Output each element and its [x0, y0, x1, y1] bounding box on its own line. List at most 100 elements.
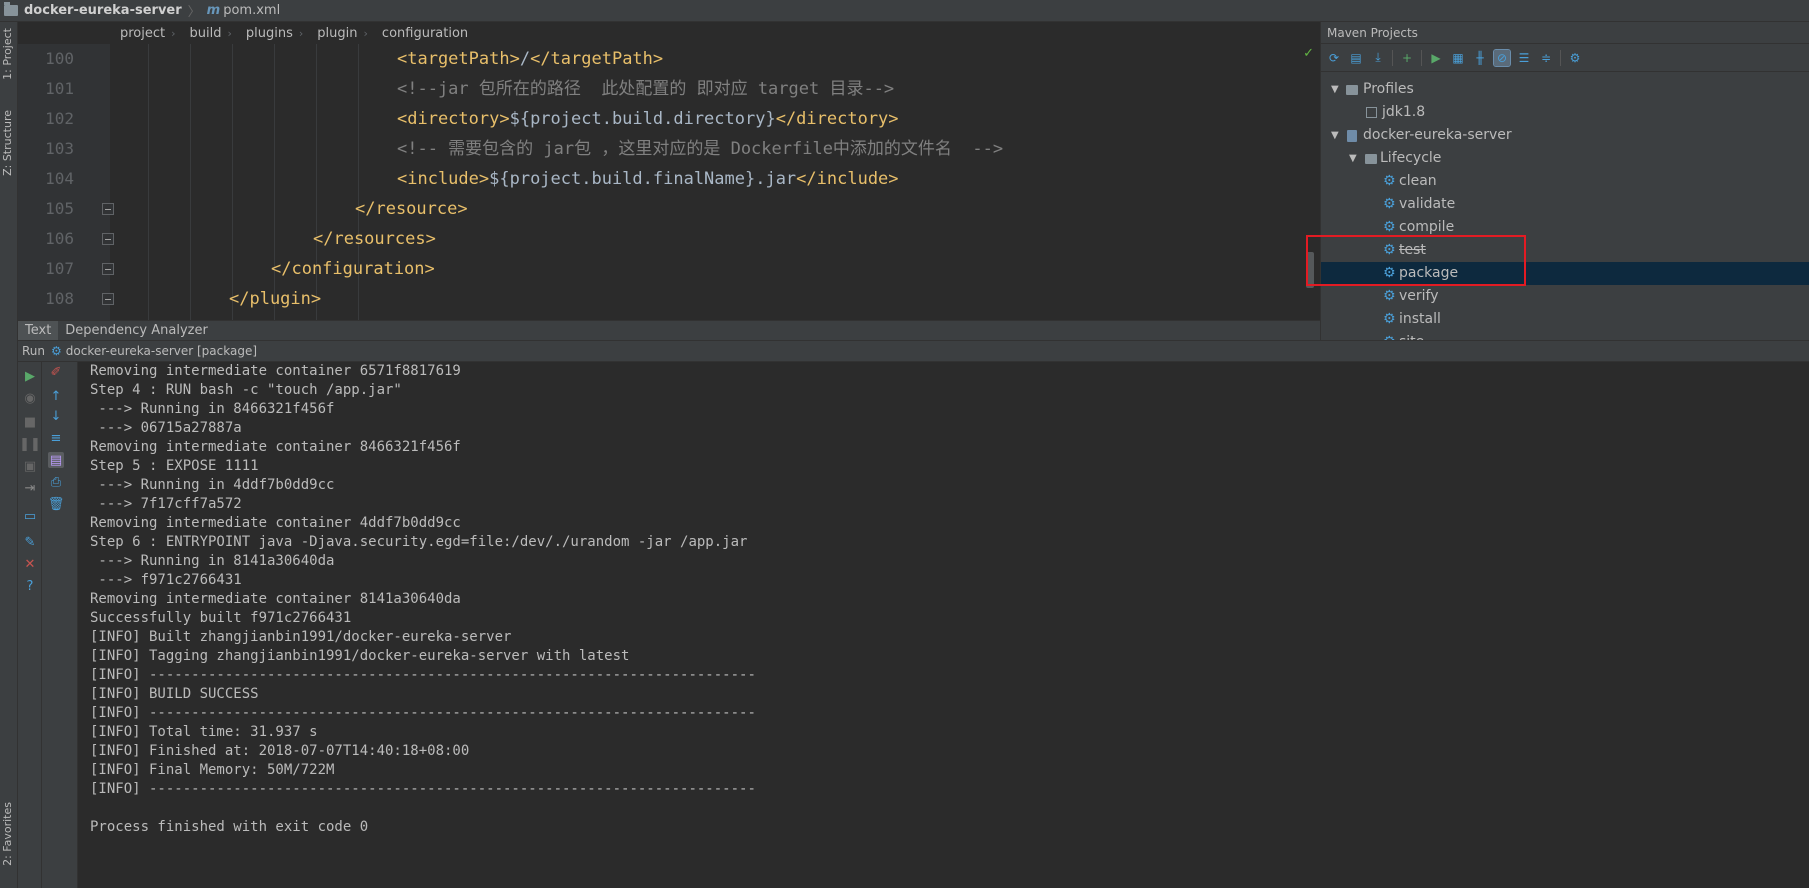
xml-tag: </directory>	[775, 109, 899, 129]
stop-icon[interactable]: ■	[22, 414, 38, 430]
tree-node-lifecycle[interactable]: ▼ Lifecycle	[1321, 147, 1809, 170]
maven-file-icon: m	[206, 3, 221, 18]
fold-marker-icon[interactable]	[102, 233, 114, 245]
pause-icon[interactable]: ❚❚	[19, 436, 41, 452]
debug-icon[interactable]: ◉	[22, 390, 38, 406]
pin-icon[interactable]: ✎	[22, 534, 38, 550]
code-line[interactable]: 102 <directory>${project.build.directory}…	[18, 104, 1320, 134]
lifecycle-phase-install[interactable]: ⚙ install	[1321, 308, 1809, 331]
expand-arrow-icon[interactable]: ▼	[1331, 78, 1339, 101]
skip-tests-icon[interactable]: ⊘	[1493, 48, 1511, 67]
settings-icon[interactable]: ⚙	[1567, 50, 1583, 66]
code-editor[interactable]: project › build › plugins › plugin › configu…	[18, 22, 1320, 340]
fold-marker-icon[interactable]	[102, 293, 114, 305]
run-icon[interactable]: ▶	[1428, 50, 1444, 66]
down-arrow-icon[interactable]: ↓	[48, 408, 64, 424]
fold-marker-icon[interactable]	[102, 263, 114, 275]
xml-tag: </resources>	[313, 229, 436, 249]
clear-all-icon[interactable]: ✐	[48, 364, 64, 380]
tree-node-project[interactable]: ▼ docker-eureka-server	[1321, 124, 1809, 147]
toolbar-separator	[1421, 49, 1422, 66]
tree-node-profiles[interactable]: ▼ Profiles	[1321, 78, 1809, 101]
add-icon[interactable]: +	[1399, 50, 1415, 66]
project-tool-tab[interactable]: 1: Project	[1, 28, 14, 80]
expand-arrow-icon[interactable]: ▼	[1331, 124, 1339, 147]
close-icon[interactable]: ✕	[22, 556, 38, 572]
gear-icon: ⚙	[1383, 196, 1396, 212]
tree-node-label: docker-eureka-server	[1363, 127, 1512, 143]
folder-icon	[4, 2, 18, 16]
code-line[interactable]: 103 <!-- 需要包含的 jar包 ，这里对应的是 Dockerfile中添加…	[18, 134, 1320, 164]
code-line[interactable]: 106 </resources>	[18, 224, 1320, 254]
soft-wrap-icon[interactable]: ≡	[48, 430, 64, 446]
line-number: 104	[45, 169, 74, 188]
project-name[interactable]: docker-eureka-server	[24, 3, 182, 18]
rerun-icon[interactable]: ▶	[22, 368, 38, 384]
breadcrumb-item[interactable]: plugin	[317, 26, 357, 41]
breadcrumb-item[interactable]: project	[120, 26, 165, 41]
path-separator: 〉	[187, 5, 201, 20]
tree-node-profile[interactable]: jdk1.8	[1321, 101, 1809, 124]
tab-text[interactable]: Text	[18, 321, 59, 340]
code-text: </resources>	[313, 224, 436, 254]
structure-tool-tab[interactable]: Z: Structure	[1, 110, 14, 176]
generate-sources-icon[interactable]: ▤	[1348, 50, 1364, 66]
console-line: [INFO] Finished at: 2018-07-07T14:40:18+…	[90, 743, 470, 759]
xml-text: ${project.build.finalName}.jar	[489, 169, 797, 189]
run-config-name[interactable]: docker-eureka-server [package]	[66, 344, 257, 358]
line-number: 107	[45, 259, 74, 278]
run-config-icon[interactable]: ▦	[1450, 50, 1466, 66]
code-line[interactable]: 105 </resource>	[18, 194, 1320, 224]
layout-icon[interactable]: ▭	[22, 508, 38, 524]
favorites-tool-tab[interactable]: 2: Favorites	[1, 802, 14, 866]
console-line: ---> 06715a27887a	[90, 420, 242, 436]
toolbar-separator	[1560, 49, 1561, 66]
show-dependencies-icon[interactable]: ☰	[1516, 50, 1532, 66]
fold-marker-icon[interactable]	[102, 203, 114, 215]
trash-icon[interactable]: 🗑	[48, 496, 65, 512]
lifecycle-phase-verify[interactable]: ⚙ verify	[1321, 285, 1809, 308]
console-line: [INFO] Tagging zhangjianbin1991/docker-e…	[90, 648, 630, 664]
tree-node-label: validate	[1399, 196, 1456, 212]
console-output[interactable]: Removing intermediate container 6571f881…	[78, 362, 1809, 888]
scroll-to-end-icon[interactable]: ▤	[48, 452, 64, 468]
lifecycle-phase-clean[interactable]: ⚙ clean	[1321, 170, 1809, 193]
print-icon[interactable]: ⎙	[48, 474, 64, 490]
collapse-all-icon[interactable]: ≑	[1538, 50, 1554, 66]
file-name[interactable]: pom.xml	[223, 3, 280, 18]
code-text: <!-- 需要包含的 jar包 ，这里对应的是 Dockerfile中添加的文件…	[397, 134, 1003, 164]
lifecycle-phase-validate[interactable]: ⚙ validate	[1321, 193, 1809, 216]
breadcrumb-item[interactable]: configuration	[382, 26, 468, 41]
dump-threads-icon[interactable]: ▣	[22, 458, 38, 474]
breadcrumb-item[interactable]: plugins	[246, 26, 293, 41]
breadcrumb: project › build › plugins › plugin › configu…	[18, 22, 1320, 44]
reimport-icon[interactable]: ⟳	[1326, 50, 1342, 66]
code-text: </plugin>	[229, 284, 321, 314]
console-line: Successfully built f971c2766431	[90, 610, 352, 626]
line-number: 103	[45, 139, 74, 158]
exit-icon[interactable]: ⇥	[22, 480, 38, 496]
breadcrumb-separator-icon: ›	[227, 26, 232, 40]
gear-icon: ⚙	[1383, 288, 1396, 304]
expand-arrow-icon[interactable]: ▼	[1349, 147, 1357, 170]
code-line[interactable]: 108 </plugin>	[18, 284, 1320, 314]
download-icon[interactable]: ⤓	[1370, 50, 1386, 66]
toggle-offline-icon[interactable]: ╫	[1472, 50, 1488, 66]
checkbox-icon[interactable]	[1366, 107, 1377, 118]
code-line[interactable]: 101 <!--jar 包所在的路径 此处配置的 即对应 target 目录-->	[18, 74, 1320, 104]
run-toolbar-primary: ▶ ◉ ■ ❚❚ ▣ ⇥ ▭ ✎ ✕ ?	[18, 362, 42, 888]
code-line[interactable]: 107 </configuration>	[18, 254, 1320, 284]
code-line[interactable]: 100 <targetPath>/</targetPath>	[18, 44, 1320, 74]
tab-dependency-analyzer[interactable]: Dependency Analyzer	[58, 321, 215, 340]
help-icon[interactable]: ?	[22, 578, 38, 594]
line-number: 105	[45, 199, 74, 218]
maven-tree: ▼ Profiles jdk1.8 ▼ docker-eureka-server…	[1321, 78, 1809, 377]
line-number: 106	[45, 229, 74, 248]
code-lines[interactable]: 100 <targetPath>/</targetPath> 101 <!--jar …	[18, 44, 1320, 344]
code-line[interactable]: 104 <include>${project.build.finalName}.j…	[18, 164, 1320, 194]
breadcrumb-item[interactable]: build	[190, 26, 222, 41]
line-number: 108	[45, 289, 74, 308]
console-line: Removing intermediate container 8141a306…	[90, 591, 461, 607]
up-arrow-icon[interactable]: ↑	[48, 388, 64, 404]
console-line: ---> Running in 8141a30640da	[90, 553, 335, 569]
